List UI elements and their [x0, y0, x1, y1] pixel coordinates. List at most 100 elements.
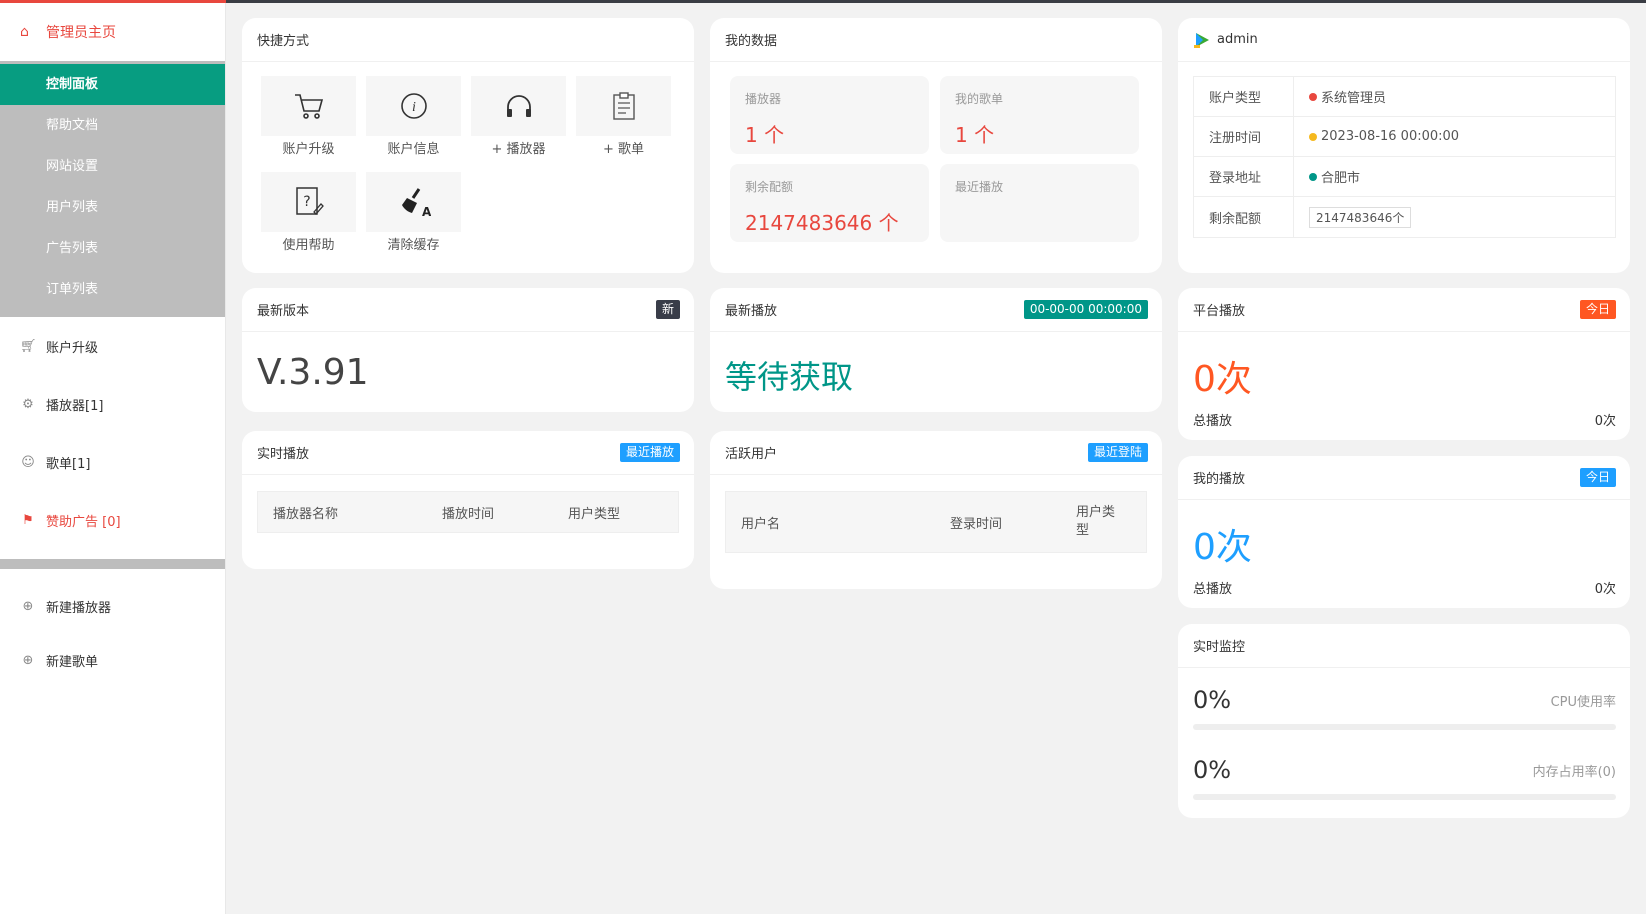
table-header: 播放时间 [442, 506, 495, 522]
sidebar-home-label: 管理员主页 [46, 25, 116, 41]
sidebar-item-site-settings[interactable]: 网站设置 [0, 146, 225, 187]
platform-play-card: 平台播放 今日 0次 总播放 0次 [1178, 288, 1630, 440]
today-badge: 今日 [1579, 468, 1616, 487]
admin-name: admin [1217, 32, 1258, 47]
latest-play-value: 等待获取 [725, 358, 854, 396]
broom-icon: A [366, 172, 461, 232]
cart-icon: 🛒︎ [20, 338, 37, 354]
table-header: 登录时间 [950, 516, 1003, 532]
sidebar-item-sponsor-ads[interactable]: ⚑ 赞助广告 [0] [0, 491, 225, 549]
sidebar-item-new-playlist[interactable]: ⊕ 新建歌单 [0, 633, 225, 687]
new-badge: 新 [655, 300, 680, 319]
sidebar-item-label: 赞助广告 [0] [46, 514, 121, 530]
stat-recent-play[interactable]: 最近播放 [940, 164, 1139, 242]
realtime-play-card: 实时播放 最近播放 播放器名称 播放时间 用户类型 [242, 431, 694, 569]
table-header: 用户名 [741, 516, 781, 532]
sidebar-home[interactable]: ⌂ 管理员主页 [0, 3, 225, 61]
quota-tag: 2147483646个 [1309, 206, 1412, 228]
total-play-value: 0次 [1594, 582, 1616, 597]
info-icon: i [366, 76, 461, 136]
stat-my-playlists[interactable]: 我的歌单 1 个 [940, 76, 1139, 154]
admin-row-login-location: 登录地址 合肥市 [1194, 157, 1615, 197]
svg-text:i: i [412, 100, 416, 115]
admin-info-card: admin 账户类型 系统管理员 注册时间 2023-08-16 00:00:0… [1178, 18, 1630, 273]
sidebar: ⌂ 管理员主页 控制面板 帮助文档 网站设置 用户列表 广告列表 订单列表 🛒︎… [0, 3, 226, 914]
cpu-value: 0% [1193, 686, 1232, 714]
active-users-table: 用户名 登录时间 用户类型 [725, 491, 1147, 553]
sidebar-item-label: 新建歌单 [46, 654, 99, 670]
headphones-icon [471, 76, 566, 136]
admin-row-register-time: 注册时间 2023-08-16 00:00:00 [1194, 117, 1615, 157]
my-play-card: 我的播放 今日 0次 总播放 0次 [1178, 456, 1630, 608]
sidebar-item-label: 新建播放器 [46, 600, 112, 616]
sidebar-divider [0, 559, 225, 569]
sidebar-item-label: 播放器[1] [46, 398, 104, 414]
table-header: 播放器名称 [273, 506, 339, 522]
sidebar-item-new-player[interactable]: ⊕ 新建播放器 [0, 579, 225, 633]
memory-label: 内存占用率(0) [1532, 765, 1616, 780]
plus-circle-icon: ⊕ [22, 598, 34, 614]
shortcut-upgrade[interactable]: 账户升级 [261, 76, 356, 162]
admin-row-account-type: 账户类型 系统管理员 [1194, 77, 1615, 117]
flag-icon: ⚑ [22, 512, 34, 528]
card-title: 快捷方式 [257, 34, 310, 49]
card-title: 平台播放 [1193, 304, 1246, 319]
total-play-value: 0次 [1594, 414, 1616, 429]
card-title: 最新播放 [725, 304, 778, 319]
card-title: 实时播放 [257, 447, 310, 462]
status-dot [1309, 172, 1317, 181]
sidebar-item-upgrade[interactable]: 🛒︎ 账户升级 [0, 317, 225, 375]
memory-progress-bar [1193, 794, 1616, 800]
sidebar-item-user-list[interactable]: 用户列表 [0, 187, 225, 228]
shortcut-add-playlist[interactable]: + 歌单 [576, 76, 671, 162]
total-play-label: 总播放 [1193, 582, 1233, 597]
active-users-card: 活跃用户 最近登陆 用户名 登录时间 用户类型 [710, 431, 1162, 589]
platform-play-value: 0次 [1193, 359, 1252, 400]
sidebar-item-playlists[interactable]: ☺ 歌单[1] [0, 433, 225, 491]
svg-text:A: A [422, 205, 431, 218]
sidebar-item-players[interactable]: ⚙ 播放器[1] [0, 375, 225, 433]
quick-shortcuts-card: 快捷方式 账户升级 i 账户信息 + 播放器 + 歌单 ? 使用帮助 A 清除缓… [242, 18, 694, 273]
status-dot [1309, 92, 1317, 101]
sidebar-item-order-list[interactable]: 订单列表 [0, 269, 225, 310]
recent-play-badge[interactable]: 最近播放 [619, 443, 680, 462]
stat-remaining-quota[interactable]: 剩余配额 2147483646 个 [730, 164, 929, 242]
total-play-label: 总播放 [1193, 414, 1233, 429]
sidebar-item-label: 账户升级 [46, 340, 99, 356]
stat-players[interactable]: 播放器 1 个 [730, 76, 929, 154]
table-header: 用户类型 [1076, 505, 1116, 538]
sidebar-item-ad-list[interactable]: 广告列表 [0, 228, 225, 269]
realtime-monitor-card: 实时监控 0% CPU使用率 0% 内存占用率(0) [1178, 624, 1630, 818]
admin-row-quota: 剩余配额 2147483646个 [1194, 197, 1615, 237]
latest-play-card: 最新播放 00-00-00 00:00:00 等待获取 [710, 288, 1162, 412]
today-badge: 今日 [1579, 300, 1616, 319]
shortcut-clear-cache[interactable]: A 清除缓存 [366, 172, 461, 258]
shortcut-add-player[interactable]: + 播放器 [471, 76, 566, 162]
help-doc-icon: ? [261, 172, 356, 232]
sidebar-item-help-docs[interactable]: 帮助文档 [0, 105, 225, 146]
card-title: 实时监控 [1193, 640, 1246, 655]
card-title: 我的播放 [1193, 472, 1246, 487]
sidebar-item-label: 歌单[1] [46, 456, 91, 472]
time-badge: 00-00-00 00:00:00 [1023, 300, 1148, 319]
memory-value: 0% [1193, 756, 1232, 784]
home-icon: ⌂ [20, 24, 29, 40]
card-title: 最新版本 [257, 304, 310, 319]
svg-text:?: ? [303, 194, 310, 210]
version-value: V.3.91 [257, 352, 369, 393]
top-bar [0, 0, 1646, 3]
cart-icon [261, 76, 356, 136]
realtime-play-table: 播放器名称 播放时间 用户类型 [257, 491, 679, 533]
shortcut-help[interactable]: ? 使用帮助 [261, 172, 356, 258]
avatar [1194, 32, 1209, 48]
my-play-value: 0次 [1193, 527, 1252, 568]
cpu-progress-bar [1193, 724, 1616, 730]
my-data-card: 我的数据 播放器 1 个 我的歌单 1 个 剩余配额 2147483646 个 … [710, 18, 1162, 273]
sidebar-item-dashboard[interactable]: 控制面板 [0, 64, 225, 105]
table-header: 用户类型 [568, 506, 621, 522]
plus-circle-icon: ⊕ [22, 652, 34, 668]
recent-login-badge[interactable]: 最近登陆 [1087, 443, 1148, 462]
shortcut-account-info[interactable]: i 账户信息 [366, 76, 461, 162]
user-icon: ☺ [21, 454, 35, 470]
clipboard-icon [576, 76, 671, 136]
